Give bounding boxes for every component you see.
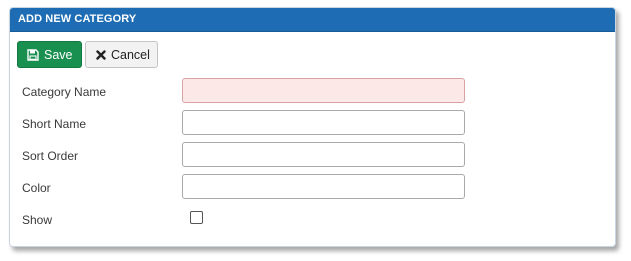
color-input[interactable]	[182, 174, 465, 199]
sort-order-label: Sort Order	[22, 149, 79, 163]
show-checkbox[interactable]	[190, 211, 203, 224]
show-label: Show	[22, 213, 53, 227]
panel-title: ADD NEW CATEGORY	[18, 13, 137, 25]
save-button-label: Save	[44, 47, 73, 62]
close-icon	[96, 49, 106, 60]
short-name-label: Short Name	[22, 117, 87, 131]
category-name-label: Category Name	[22, 85, 107, 99]
add-category-panel: ADD NEW CATEGORY Save Cancel Category Na…	[9, 7, 616, 247]
floppy-disk-icon	[27, 48, 39, 61]
cancel-button[interactable]: Cancel	[85, 41, 158, 68]
color-label: Color	[22, 181, 51, 195]
window-frame: ADD NEW CATEGORY Save Cancel Category Na…	[0, 0, 631, 261]
short-name-input[interactable]	[182, 110, 465, 135]
sort-order-input[interactable]	[182, 142, 465, 167]
category-name-input[interactable]	[182, 78, 465, 103]
panel-header: ADD NEW CATEGORY	[10, 8, 615, 32]
save-button[interactable]: Save	[17, 41, 82, 68]
cancel-button-label: Cancel	[111, 47, 150, 62]
